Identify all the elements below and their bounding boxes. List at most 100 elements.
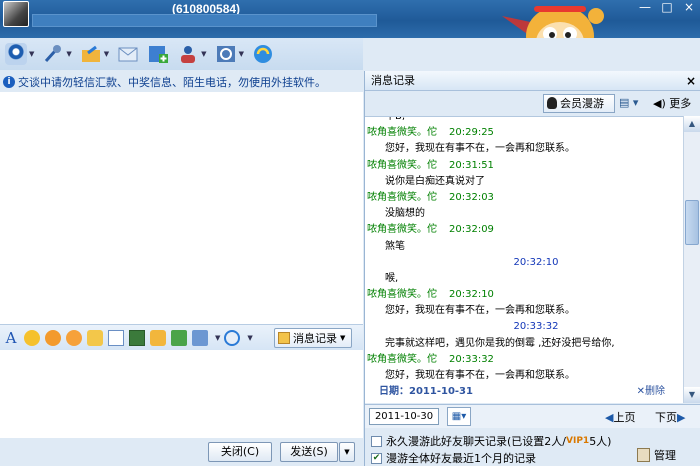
history-icon [278,332,290,344]
magic-emoji-icon[interactable] [45,329,61,346]
gift-icon[interactable] [171,329,187,346]
maximize-button[interactable]: □ [656,0,678,16]
input-toolbar: A ▼ ▼ 消息记录 ▼ [0,324,363,350]
emoji-icon[interactable] [24,329,40,346]
users-icon [181,46,196,63]
screenshot-icon[interactable] [192,329,208,346]
message-text: 没脑想的 [385,208,425,220]
add-app-tool[interactable] [147,43,169,65]
message-rows: 哝角喜微笑。佗 20:29:25 您好，我现在有事不在，一会再和您联系。 哝角喜微笑。… [365,125,683,384]
date-field[interactable]: 2011-10-30 [369,408,439,425]
scroll-down-arrow[interactable]: ▼ [684,387,700,403]
vip-roam-button[interactable]: 会员漫游 [543,94,615,113]
send-button[interactable]: 发送(S) [280,442,338,462]
wink-icon[interactable] [66,329,82,346]
roam-all-checkbox[interactable]: ✔ [371,452,382,464]
send-options-dropdown[interactable]: ▼ [339,442,355,462]
permanent-roam-option: 永久漫游此好友聊天记录(已设置2人/VIP1 5人) [371,433,611,449]
own-message-time: 20:33:32 [513,321,559,333]
chevron-down-icon[interactable]: ▼ [104,50,109,58]
chevron-down-icon[interactable]: ▼ [66,50,71,58]
gear-icon [216,46,235,62]
calendar-icon[interactable]: ▦▾ [447,407,471,426]
message-header: 哝角喜微笑。佗 20:32:03 [365,190,683,206]
message-header: 哝角喜微笑。佗 20:31:51 [365,158,683,174]
next-page-label: 下页 [655,411,677,424]
folder-icon [81,45,100,62]
message-input[interactable] [0,350,363,438]
music-icon[interactable] [150,329,166,346]
history-message-list[interactable]: 牛B, 哝角喜微笑。佗 20:29:25 您好，我现在有事不在，一会再和您联系。 哝角… [365,116,683,403]
message-text: 您好，我现在有事不在，一会再和您联系。 [385,305,575,317]
voice-call-tool[interactable]: ▼ [42,43,72,65]
more-button[interactable]: ◀) 更多 [653,95,691,111]
chevron-down-icon[interactable]: ▼ [215,334,220,342]
chevron-down-icon: ▼ [340,334,346,342]
speaker-icon: ◀) [653,97,666,110]
minimize-button[interactable]: — [634,0,656,16]
prev-page-label: 上页 [613,411,636,424]
chevron-down-icon[interactable]: ▼ [247,334,252,342]
right-arrow-icon: ▶ [677,411,686,424]
chat-display-area[interactable] [0,92,363,324]
history-scrollbar[interactable]: ▲ ▼ [683,116,700,403]
delete-label: 删除 [645,386,665,398]
close-button[interactable]: 关闭(C) [208,442,272,462]
message-history-button[interactable]: 消息记录 ▼ [274,328,352,348]
manage-label: 管理 [654,449,676,462]
history-nav-bar: 2011-10-30 ▦▾ ◀上页 下页▶ [365,404,700,428]
prev-page-button[interactable]: ◀上页 [605,409,635,425]
message-text: 喉, [385,272,399,284]
pay-icon[interactable] [224,329,241,346]
chevron-down-icon[interactable]: ▼ [201,50,206,58]
manage-button[interactable]: 管理 [637,447,676,463]
message-text: 牛B, [385,116,406,122]
permanent-roam-checkbox[interactable] [371,435,382,447]
sender-name[interactable]: 哝角喜微笑。佗 [365,289,437,300]
contact-avatar[interactable] [3,1,29,27]
sender-name[interactable]: 哝角喜微笑。佗 [365,354,437,365]
image-icon[interactable] [129,329,145,346]
info-icon: i [3,76,15,88]
message-time: 20:33:32 [449,353,494,365]
sender-name[interactable]: 哝角喜微笑。佗 [365,224,437,235]
vip-roam-label: 会员漫游 [560,97,604,110]
sender-name[interactable]: 哝角喜微笑。佗 [365,127,437,138]
chevron-down-icon[interactable]: ▼ [239,50,244,58]
file-transfer-tool[interactable]: ▼ [80,43,109,65]
send-mail-tool[interactable] [117,43,139,65]
manage-icon [637,448,650,462]
webcam-icon [5,43,27,65]
roam-all-label: 漫游全体好友最近1个月的记录 [386,452,536,465]
delete-button[interactable]: ✕删除 [637,384,665,400]
message-time: 20:31:51 [449,159,494,171]
scribble-icon[interactable] [108,329,124,346]
message-header: 哝角喜微笑。佗 20:32:10 [365,287,683,303]
message-text: 煞笔 [385,240,405,252]
message-header: 哝角喜微笑。佗 20:29:25 [365,125,683,141]
settings-tool[interactable]: ▼ [215,43,244,65]
close-window-button[interactable]: × [678,0,700,16]
history-options: 永久漫游此好友聊天记录(已设置2人/VIP1 5人) ✔ 漫游全体好友最近1个月的… [365,429,700,466]
nudge-icon[interactable] [87,329,103,346]
history-header: 消息记录 × [365,71,700,91]
warning-text: 交谈中请勿轻信汇款、中奖信息、陌生电话，勿使用外挂软件。 [18,76,326,89]
history-title: 消息记录 [371,74,415,87]
filter-dropdown-icon[interactable]: ▤ ▾ [619,96,638,109]
font-icon[interactable]: A [3,329,19,347]
group-tool[interactable]: ▼ [177,43,207,65]
sender-name[interactable]: 哝角喜微笑。佗 [365,160,437,171]
history-close-button[interactable]: × [686,71,696,91]
roam-all-option: ✔ 漫游全体好友最近1个月的记录 [371,450,536,466]
chevron-down-icon[interactable]: ▼ [29,50,34,58]
penguin-icon [547,97,557,109]
scroll-up-arrow[interactable]: ▲ [684,116,700,132]
video-call-tool[interactable]: ▼ [5,43,34,65]
refresh-icon [253,45,272,63]
scroll-thumb[interactable] [685,200,699,245]
next-page-button[interactable]: 下页▶ [655,409,685,425]
security-warning: i 交谈中请勿轻信汇款、中奖信息、陌生电话，勿使用外挂软件。 [0,73,363,91]
sender-name[interactable]: 哝角喜微笑。佗 [365,192,437,203]
refresh-tool[interactable] [252,43,274,65]
message-text: 您好，我现在有事不在，一会再和您联系。 [385,370,575,381]
